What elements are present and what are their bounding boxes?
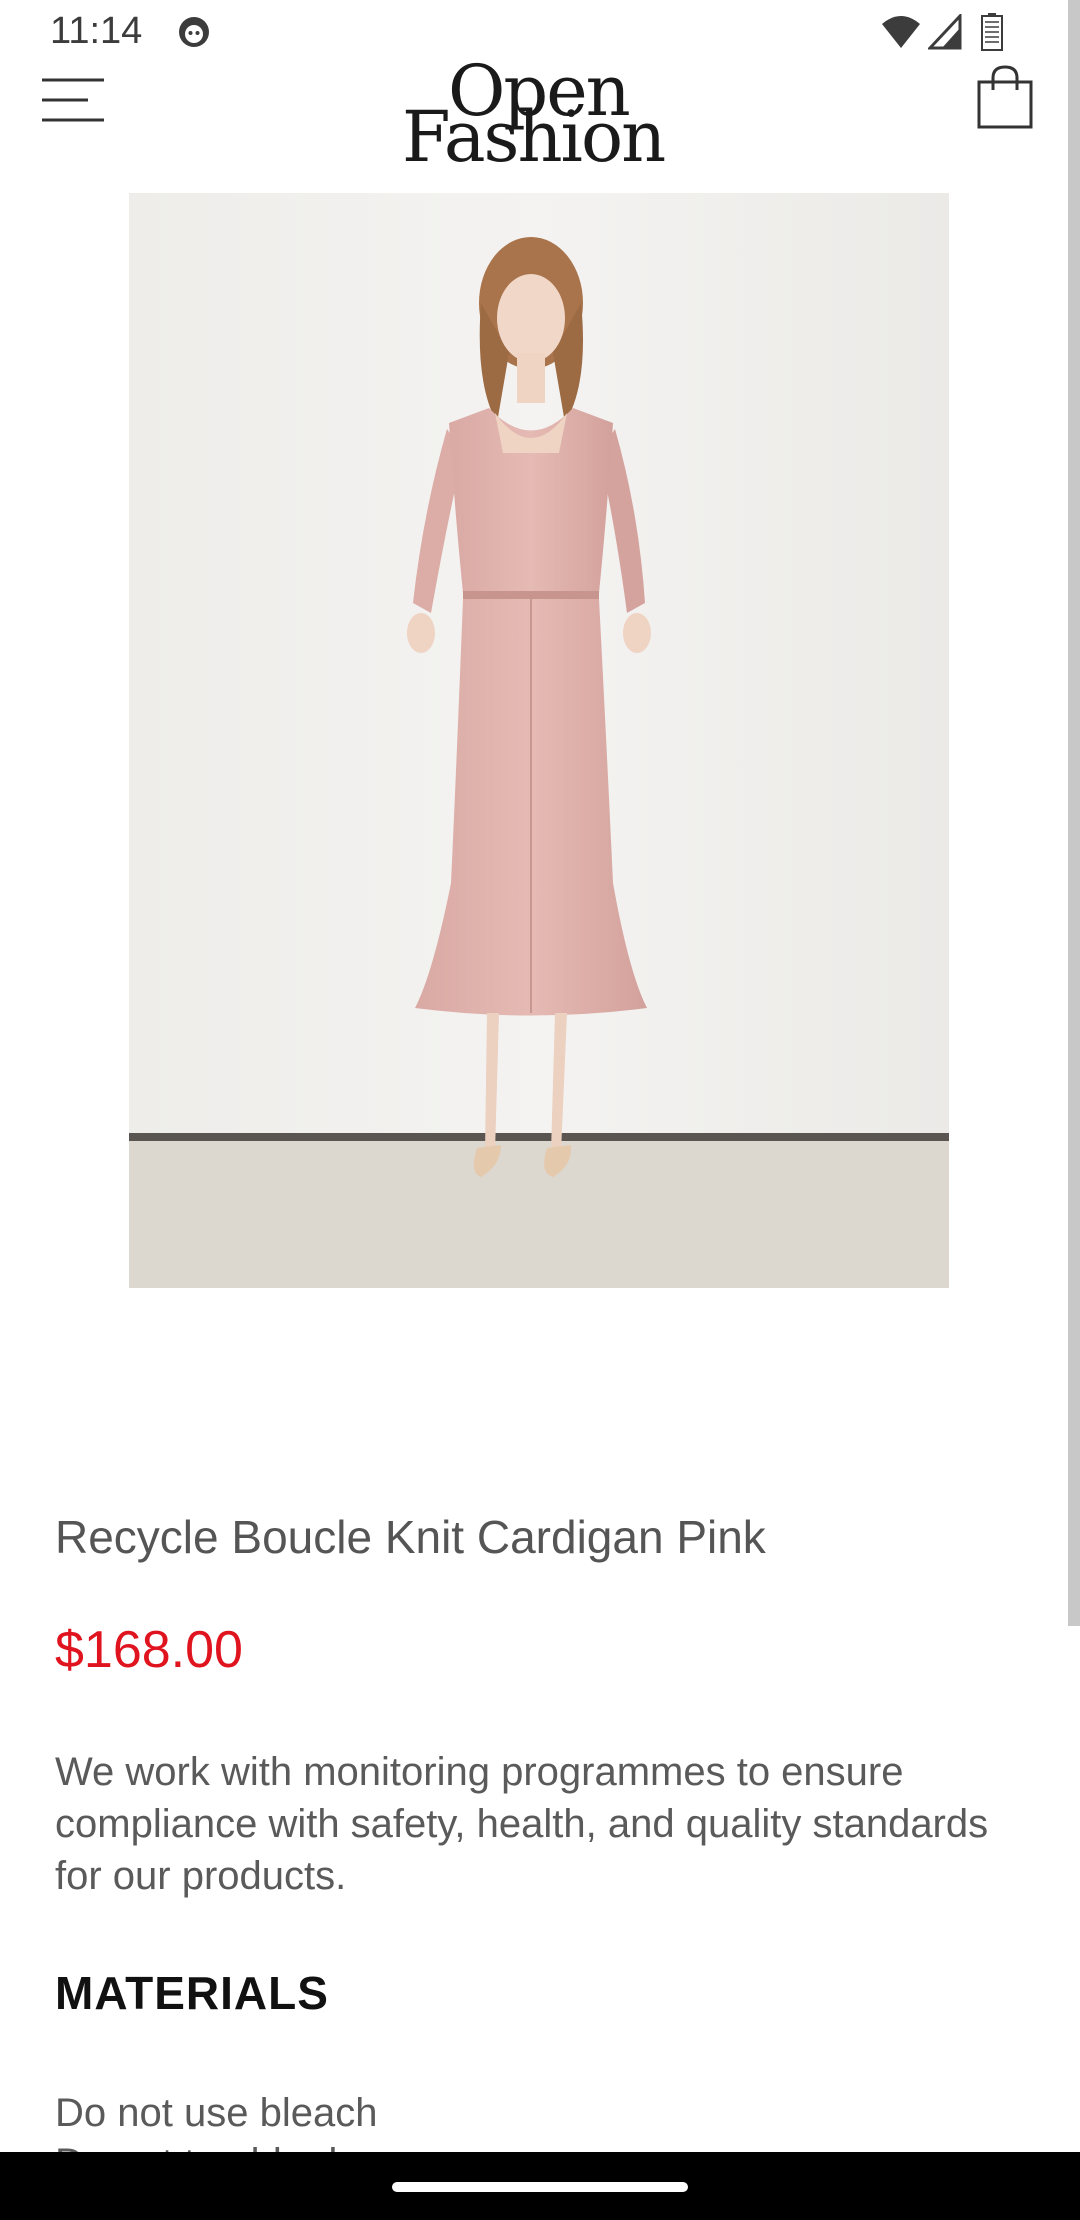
battery-icon xyxy=(981,13,1003,51)
cellular-signal-icon xyxy=(928,14,962,50)
logo-text-fashion: Fashion xyxy=(402,96,666,178)
product-description: We work with monitoring programmes to en… xyxy=(55,1750,989,1898)
brand-logo[interactable]: Open Fashion xyxy=(396,40,686,180)
care-item: Do not use bleach xyxy=(55,2091,378,2135)
app-header: Open Fashion xyxy=(0,56,1080,184)
wifi-icon xyxy=(882,16,920,48)
home-indicator[interactable] xyxy=(392,2182,688,2192)
product-title: Recycle Boucle Knit Cardigan Pink xyxy=(55,1511,766,1563)
system-navigation-bar xyxy=(0,2152,1080,2220)
materials-heading: MATERIALS xyxy=(55,1967,329,2019)
product-image[interactable] xyxy=(129,193,949,1288)
screen: 11:14 Open Fashion Recycle Boucle Knit C… xyxy=(0,0,1080,2220)
product-price: $168.00 xyxy=(55,1621,243,1679)
scrollbar-thumb[interactable] xyxy=(1068,0,1080,1626)
shopping-bag-icon[interactable] xyxy=(976,64,1034,130)
pink-midi-dress-photo xyxy=(129,193,949,1288)
app-notification-icon xyxy=(179,17,209,47)
status-time: 11:14 xyxy=(50,10,143,52)
hamburger-menu-icon[interactable] xyxy=(40,74,108,126)
